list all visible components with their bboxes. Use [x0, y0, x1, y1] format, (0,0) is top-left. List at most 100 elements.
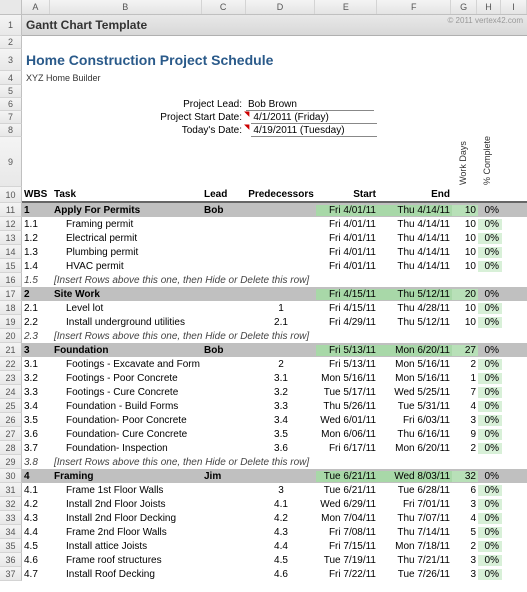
- cell-task[interactable]: Install 2nd Floor Joists: [50, 499, 202, 510]
- task-row[interactable]: 1.4HVAC permitFri 4/01/11Thu 4/14/11100%: [22, 259, 527, 273]
- task-row[interactable]: 4.1Frame 1st Floor Walls3Tue 6/21/11Tue …: [22, 483, 527, 497]
- cell-end[interactable]: Mon 5/16/11: [378, 359, 452, 370]
- cell-task[interactable]: Foundation: [50, 345, 202, 356]
- cell-pct[interactable]: 0%: [478, 443, 502, 454]
- col-header-C[interactable]: C: [202, 0, 246, 14]
- cell-end[interactable]: Fri 7/01/11: [378, 499, 452, 510]
- row-header-15[interactable]: 15: [0, 259, 22, 273]
- row-header-9[interactable]: 9: [0, 137, 22, 187]
- cell-end[interactable]: Thu 4/14/11: [378, 247, 452, 258]
- today-date-value[interactable]: 4/19/2011 (Tuesday): [251, 125, 377, 137]
- cell-pct[interactable]: 0%: [478, 499, 502, 510]
- cell-pct[interactable]: 0%: [478, 429, 502, 440]
- cell-end[interactable]: Thu 6/16/11: [378, 429, 452, 440]
- cell-pred[interactable]: 2.1: [246, 317, 316, 328]
- task-row[interactable]: 3.6Foundation- Cure Concrete3.5Mon 6/06/…: [22, 427, 527, 441]
- cell-wbs[interactable]: 4.7: [22, 569, 50, 580]
- col-header-F[interactable]: F: [377, 0, 451, 14]
- task-row[interactable]: 3.8[Insert Rows above this one, then Hid…: [22, 455, 527, 469]
- cell-wbs[interactable]: 4.4: [22, 527, 50, 538]
- cell-work[interactable]: 6: [452, 485, 478, 496]
- task-row[interactable]: 2.1Level lot1Fri 4/15/11Thu 4/28/11100%: [22, 301, 527, 315]
- task-row[interactable]: 1.3Plumbing permitFri 4/01/11Thu 4/14/11…: [22, 245, 527, 259]
- cell-work[interactable]: 3: [452, 415, 478, 426]
- cell-wbs[interactable]: 4.1: [22, 485, 50, 496]
- cell-start[interactable]: Fri 4/01/11: [316, 247, 378, 258]
- cell-wbs[interactable]: 3.6: [22, 429, 50, 440]
- cell-start[interactable]: Fri 4/29/11: [316, 317, 378, 328]
- cell-wbs[interactable]: 3.1: [22, 359, 50, 370]
- row-header-33[interactable]: 33: [0, 511, 22, 525]
- row-header-20[interactable]: 20: [0, 329, 22, 343]
- select-all-corner[interactable]: [0, 0, 22, 14]
- cell-pred[interactable]: 4.4: [246, 541, 316, 552]
- cell-pct[interactable]: 0%: [478, 359, 502, 370]
- cell-wbs[interactable]: 3.7: [22, 443, 50, 454]
- cell-end[interactable]: Thu 7/21/11: [378, 555, 452, 566]
- cell-task[interactable]: Foundation- Cure Concrete: [50, 429, 202, 440]
- cell-end[interactable]: Tue 5/31/11: [378, 401, 452, 412]
- cell-wbs[interactable]: 1.3: [22, 247, 50, 258]
- cell-pct[interactable]: 0%: [478, 387, 502, 398]
- cell-task[interactable]: Foundation- Inspection: [50, 443, 202, 454]
- row-header-7[interactable]: 7: [0, 111, 22, 124]
- cell-pct[interactable]: 0%: [478, 373, 502, 384]
- row-header-18[interactable]: 18: [0, 301, 22, 315]
- row-header-11[interactable]: 11: [0, 203, 22, 217]
- task-row[interactable]: 3.7Foundation- Inspection3.6Fri 6/17/11M…: [22, 441, 527, 455]
- start-date-value[interactable]: 4/1/2011 (Friday): [251, 112, 377, 124]
- project-title[interactable]: Home Construction Project Schedule: [22, 49, 527, 71]
- row-header-16[interactable]: 16: [0, 273, 22, 287]
- row-header-32[interactable]: 32: [0, 497, 22, 511]
- cell-task[interactable]: Frame 1st Floor Walls: [50, 485, 202, 496]
- col-header-I[interactable]: I: [501, 0, 527, 14]
- cell-wbs[interactable]: 3: [22, 345, 50, 356]
- section-row[interactable]: 4FramingJimTue 6/21/11Wed 8/03/11320%: [22, 469, 527, 483]
- cell-work[interactable]: 9: [452, 429, 478, 440]
- lead-value[interactable]: Bob Brown: [246, 99, 374, 111]
- row-header-12[interactable]: 12: [0, 217, 22, 231]
- cell-wbs[interactable]: 4.5: [22, 541, 50, 552]
- cell-work[interactable]: 4: [452, 401, 478, 412]
- section-row[interactable]: 1Apply For PermitsBobFri 4/01/11Thu 4/14…: [22, 203, 527, 217]
- cell-wbs[interactable]: 2.2: [22, 317, 50, 328]
- cell-pct[interactable]: 0%: [478, 471, 502, 482]
- cell-work[interactable]: 2: [452, 541, 478, 552]
- cell-work[interactable]: 5: [452, 527, 478, 538]
- cell-lead[interactable]: Jim: [202, 471, 246, 482]
- cell-pct[interactable]: 0%: [478, 233, 502, 244]
- task-row[interactable]: 2.2Install underground utilities2.1Fri 4…: [22, 315, 527, 329]
- cell-end[interactable]: Thu 4/28/11: [378, 303, 452, 314]
- cell-work[interactable]: 3: [452, 499, 478, 510]
- cell-wbs[interactable]: 4: [22, 471, 50, 482]
- cell-task[interactable]: Electrical permit: [50, 233, 202, 244]
- cell-start[interactable]: Fri 4/01/11: [316, 205, 378, 216]
- section-row[interactable]: 2Site WorkFri 4/15/11Thu 5/12/11200%: [22, 287, 527, 301]
- cell-pred[interactable]: 3: [246, 485, 316, 496]
- row-header-3[interactable]: 3: [0, 49, 22, 71]
- col-header-A[interactable]: A: [22, 0, 50, 14]
- cell-wbs[interactable]: 3.4: [22, 401, 50, 412]
- cell-end[interactable]: Wed 5/25/11: [378, 387, 452, 398]
- row-header-10[interactable]: 10: [0, 187, 22, 203]
- cell-end[interactable]: Tue 7/26/11: [378, 569, 452, 580]
- cell-wbs[interactable]: 1.2: [22, 233, 50, 244]
- cell-pct[interactable]: 0%: [478, 541, 502, 552]
- cell-wbs[interactable]: 2.1: [22, 303, 50, 314]
- row-header-6[interactable]: 6: [0, 98, 22, 111]
- row-header-26[interactable]: 26: [0, 413, 22, 427]
- cell-end[interactable]: Thu 5/12/11: [378, 289, 452, 300]
- task-row[interactable]: 3.5Foundation- Poor Concrete3.4Wed 6/01/…: [22, 413, 527, 427]
- cell-wbs[interactable]: 3.2: [22, 373, 50, 384]
- cell-work[interactable]: 10: [452, 219, 478, 230]
- cell-pct[interactable]: 0%: [478, 485, 502, 496]
- row-header-35[interactable]: 35: [0, 539, 22, 553]
- task-row[interactable]: 1.5[Insert Rows above this one, then Hid…: [22, 273, 527, 287]
- row-header-1[interactable]: 1: [0, 15, 22, 36]
- cell-task[interactable]: Footings - Poor Concrete: [50, 373, 202, 384]
- task-row[interactable]: 1.1Framing permitFri 4/01/11Thu 4/14/111…: [22, 217, 527, 231]
- cell-work[interactable]: 3: [452, 555, 478, 566]
- cell-work[interactable]: 10: [452, 303, 478, 314]
- row-header-22[interactable]: 22: [0, 357, 22, 371]
- cell-start[interactable]: Fri 5/13/11: [316, 345, 378, 356]
